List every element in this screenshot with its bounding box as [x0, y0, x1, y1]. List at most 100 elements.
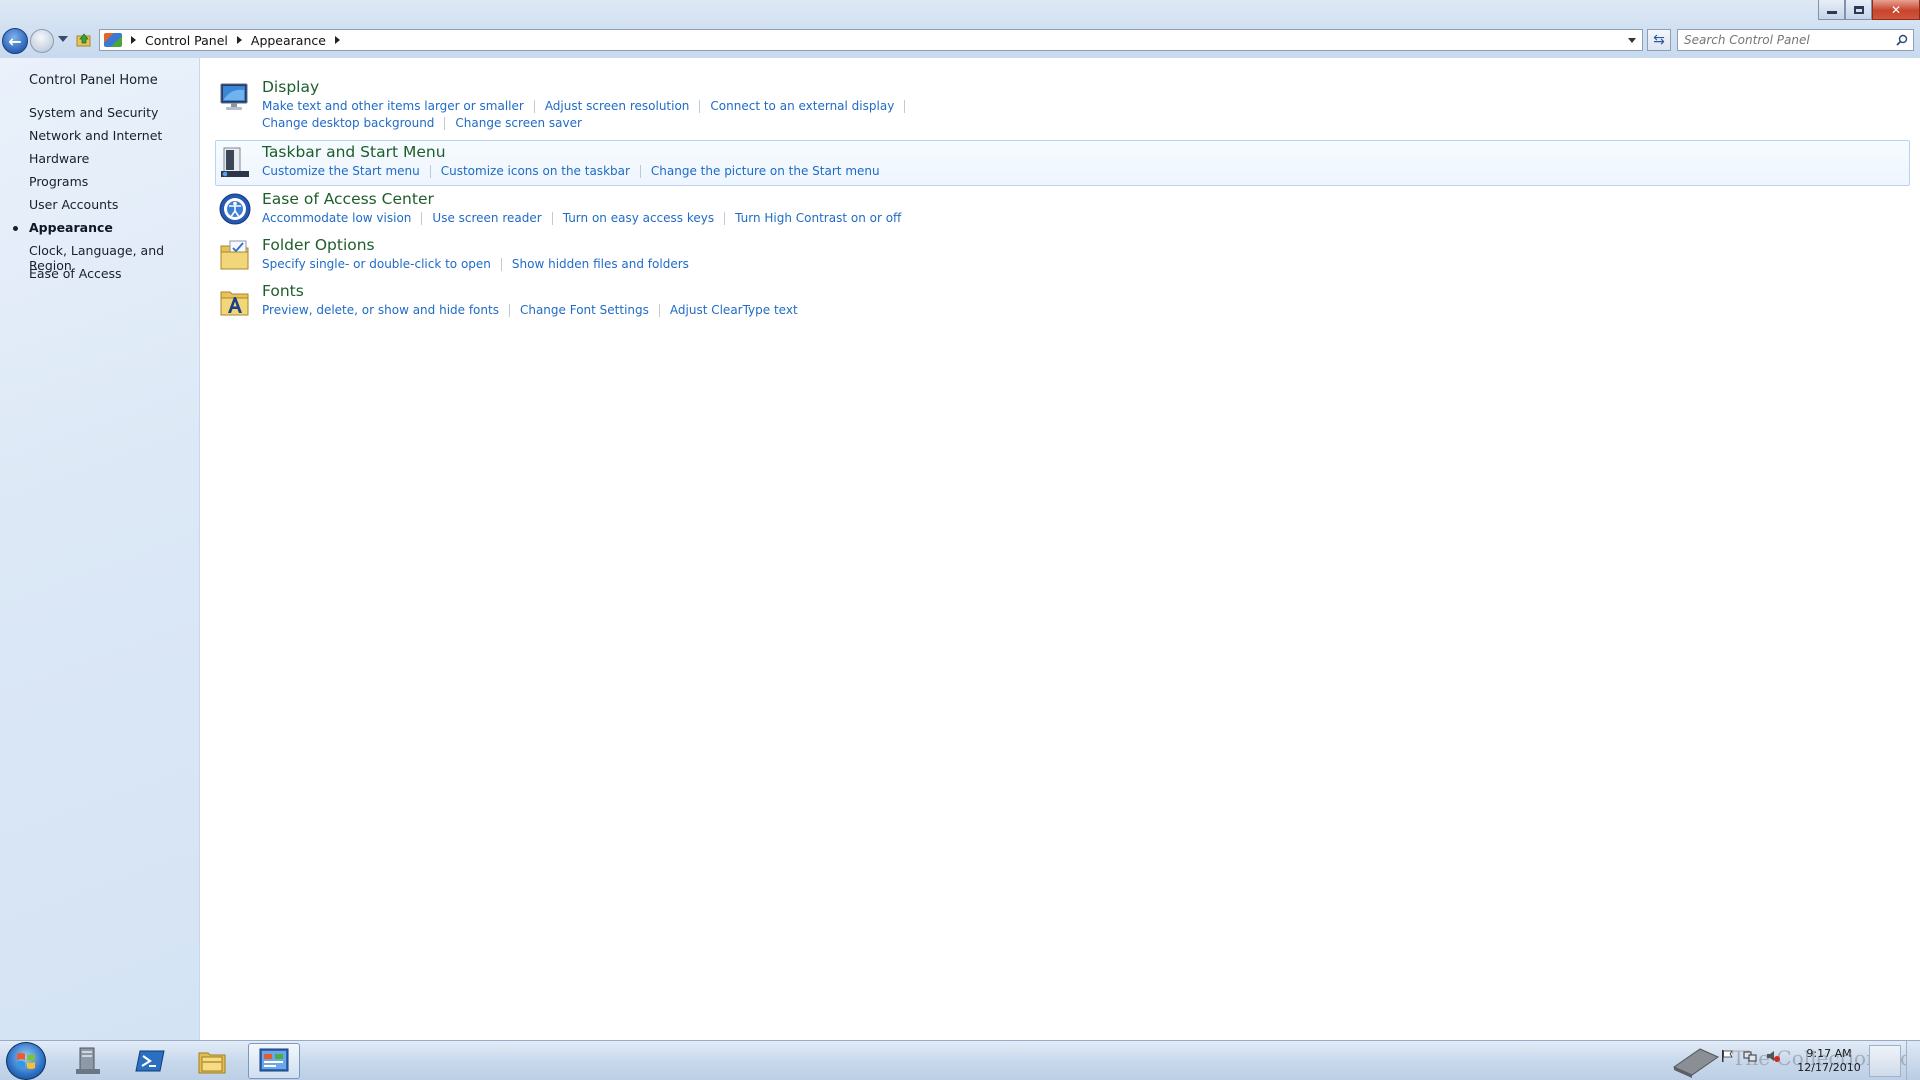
- link-accommodate-low-vision[interactable]: Accommodate low vision: [262, 211, 411, 225]
- book-icon: [1672, 1048, 1720, 1078]
- category-links-display-row2: Change desktop background Change screen s…: [262, 115, 582, 130]
- link-use-screen-reader[interactable]: Use screen reader: [432, 211, 541, 225]
- link-high-contrast[interactable]: Turn High Contrast on or off: [735, 211, 901, 225]
- show-desktop-button[interactable]: [1906, 1041, 1920, 1080]
- taskbar-control-panel[interactable]: [248, 1043, 300, 1079]
- category-display: Display Make text and other items larger…: [215, 74, 1910, 134]
- sidebar-item-network-and-internet[interactable]: Network and Internet: [29, 128, 162, 143]
- link-connect-external-display[interactable]: Connect to an external display: [710, 99, 894, 113]
- refresh-icon: ⇆: [1653, 32, 1665, 48]
- search-box[interactable]: [1677, 29, 1914, 51]
- folder-up-icon: [76, 33, 91, 47]
- link-change-desktop-background[interactable]: Change desktop background: [262, 116, 434, 130]
- category-title-display[interactable]: Display: [262, 78, 319, 96]
- link-adjust-cleartype[interactable]: Adjust ClearType text: [670, 303, 798, 317]
- link-change-screen-saver[interactable]: Change screen saver: [455, 116, 582, 130]
- restore-icon: [1853, 5, 1864, 14]
- taskbar-explorer[interactable]: [186, 1043, 238, 1079]
- network-icon[interactable]: [1743, 1049, 1757, 1063]
- ease-of-access-icon[interactable]: [218, 192, 252, 226]
- sidebar-item-system-and-security[interactable]: System and Security: [29, 105, 158, 120]
- window-controls: ✕: [1818, 0, 1920, 20]
- link-customize-start-menu[interactable]: Customize the Start menu: [262, 164, 420, 178]
- category-list: Display Make text and other items larger…: [201, 58, 1920, 1040]
- address-bar[interactable]: Control Panel Appearance: [99, 29, 1643, 51]
- folder-options-icon[interactable]: [218, 238, 252, 272]
- user-picture[interactable]: [1869, 1045, 1901, 1077]
- sidebar-item-programs[interactable]: Programs: [29, 174, 88, 189]
- powershell-icon: [135, 1050, 165, 1072]
- up-folder-button[interactable]: [76, 31, 92, 49]
- link-preview-delete-fonts[interactable]: Preview, delete, or show and hide fonts: [262, 303, 499, 317]
- sidebar-item-ease-of-access[interactable]: Ease of Access: [29, 266, 122, 281]
- link-change-start-menu-picture[interactable]: Change the picture on the Start menu: [651, 164, 880, 178]
- control-panel-icon: [259, 1048, 289, 1072]
- link-separator: [699, 100, 701, 113]
- current-item-bullet: [13, 226, 18, 231]
- sidebar-item-appearance[interactable]: Appearance: [29, 220, 113, 235]
- taskbar-icon[interactable]: [218, 145, 252, 179]
- back-button[interactable]: ←: [2, 28, 28, 54]
- restore-button[interactable]: [1845, 0, 1872, 20]
- minimize-button[interactable]: [1818, 0, 1845, 20]
- display-icon[interactable]: [218, 80, 252, 114]
- category-title-ease-of-access[interactable]: Ease of Access Center: [262, 190, 434, 208]
- breadcrumb-appearance[interactable]: Appearance: [251, 33, 326, 48]
- category-title-fonts[interactable]: Fonts: [262, 282, 304, 300]
- sidebar-item-user-accounts[interactable]: User Accounts: [29, 197, 118, 212]
- link-separator: [421, 212, 423, 225]
- breadcrumb-control-panel[interactable]: Control Panel: [145, 33, 228, 48]
- category-taskbar-start-menu: Taskbar and Start Menu Customize the Sta…: [215, 140, 1910, 186]
- start-button[interactable]: [6, 1042, 46, 1080]
- link-easy-access-keys[interactable]: Turn on easy access keys: [563, 211, 714, 225]
- close-button[interactable]: ✕: [1872, 0, 1920, 20]
- link-separator: [508, 304, 510, 317]
- link-make-text-larger[interactable]: Make text and other items larger or smal…: [262, 99, 524, 113]
- sidebar-item-control-panel-home[interactable]: Control Panel Home: [29, 73, 158, 88]
- fonts-icon[interactable]: [218, 284, 252, 318]
- link-show-hidden-files[interactable]: Show hidden files and folders: [512, 257, 689, 271]
- address-dropdown-button[interactable]: [1628, 38, 1636, 43]
- volume-muted-icon[interactable]: [1766, 1049, 1780, 1063]
- taskbar: The Collection Book 9:17 AM 12/17/2010: [0, 1040, 1920, 1080]
- link-customize-taskbar-icons[interactable]: Customize icons on the taskbar: [441, 164, 630, 178]
- navigation-pane: Control Panel Home System and Security N…: [0, 58, 200, 1040]
- link-separator: [551, 212, 553, 225]
- windows-logo-icon: [17, 1053, 35, 1069]
- link-separator: [429, 165, 431, 178]
- category-links-display: Make text and other items larger or smal…: [262, 98, 915, 113]
- search-icon[interactable]: [1896, 34, 1908, 46]
- link-separator: [533, 100, 535, 113]
- category-folder-options: Folder Options Specify single- or double…: [215, 232, 1910, 278]
- taskbar-powershell[interactable]: [124, 1043, 176, 1079]
- link-single-double-click[interactable]: Specify single- or double-click to open: [262, 257, 491, 271]
- minimize-icon: [1826, 11, 1837, 14]
- refresh-button[interactable]: ⇆: [1647, 29, 1671, 51]
- link-adjust-screen-resolution[interactable]: Adjust screen resolution: [545, 99, 690, 113]
- link-separator: [500, 258, 502, 271]
- flag-icon[interactable]: [1720, 1049, 1734, 1063]
- category-title-folder-options[interactable]: Folder Options: [262, 236, 375, 254]
- link-separator: [444, 117, 446, 130]
- link-separator: [724, 212, 726, 225]
- recent-pages-dropdown[interactable]: [58, 36, 68, 42]
- category-title-taskbar[interactable]: Taskbar and Start Menu: [262, 143, 446, 161]
- breadcrumb-separator[interactable]: [131, 36, 136, 44]
- title-bar: ✕ ← Control Panel Appearance ⇆: [0, 0, 1920, 58]
- control-panel-icon: [104, 33, 122, 47]
- arrow-left-icon: ←: [8, 31, 22, 51]
- forward-button[interactable]: [30, 29, 54, 53]
- breadcrumb-separator[interactable]: [334, 36, 340, 44]
- link-separator: [658, 304, 660, 317]
- link-separator: [639, 165, 641, 178]
- system-clock[interactable]: 9:17 AM 12/17/2010: [1793, 1047, 1865, 1075]
- sidebar-item-hardware[interactable]: Hardware: [29, 151, 89, 166]
- link-separator: [904, 100, 906, 113]
- search-input[interactable]: [1684, 31, 1894, 49]
- breadcrumb-separator[interactable]: [236, 36, 242, 44]
- taskbar-server-manager[interactable]: [62, 1043, 114, 1079]
- category-ease-of-access-center: Ease of Access Center Accommodate low vi…: [215, 186, 1910, 232]
- server-manager-icon: [76, 1047, 100, 1074]
- category-links-ease-of-access: Accommodate low vision Use screen reader T…: [262, 210, 901, 225]
- link-change-font-settings[interactable]: Change Font Settings: [520, 303, 649, 317]
